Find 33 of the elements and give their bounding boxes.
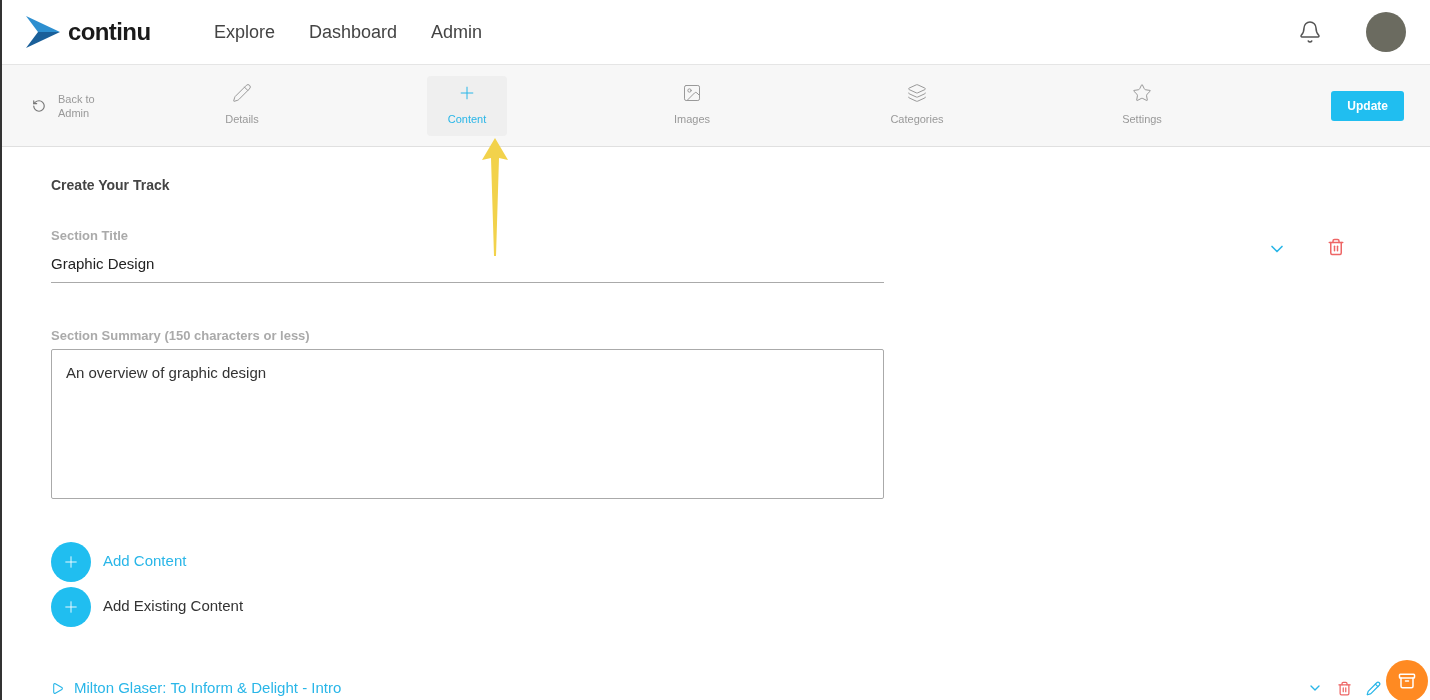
play-icon[interactable] <box>51 681 64 695</box>
pencil-icon <box>232 83 252 104</box>
layers-icon <box>907 83 927 104</box>
toolbar-tab[interactable]: Details <box>202 75 282 136</box>
page-heading: Create Your Track <box>51 176 171 195</box>
toolbar-tab[interactable]: Content <box>427 75 507 136</box>
field-label: Section Summary (150 characters or less) <box>51 327 311 345</box>
trash-icon[interactable] <box>1327 238 1345 256</box>
logo-arrow-icon <box>26 16 60 48</box>
logo-text: continu <box>68 17 151 47</box>
update-button[interactable]: Update <box>1331 90 1404 121</box>
avatar[interactable] <box>1366 12 1406 52</box>
add-content-button[interactable]: Add Content <box>51 541 1381 582</box>
toolbar-tab[interactable]: Images <box>652 75 732 136</box>
nav-link[interactable]: Dashboard <box>309 18 398 46</box>
pencil-icon[interactable] <box>1366 680 1381 696</box>
field-label: Section Title <box>51 227 130 245</box>
section-title-input[interactable]: Graphic Design <box>51 245 884 283</box>
back-to-admin-button[interactable]: Back to Admin <box>32 91 152 120</box>
nav-link[interactable]: Admin <box>431 18 483 46</box>
notification-bell-icon[interactable] <box>1298 20 1322 44</box>
add-content-button[interactable]: Add Existing Content <box>51 586 1381 627</box>
toolbar-tab[interactable]: Settings <box>1102 75 1182 136</box>
trash-icon[interactable] <box>1337 680 1352 696</box>
chat-launcher-button[interactable] <box>1386 660 1428 700</box>
archive-box-icon <box>1398 672 1416 690</box>
nav-link[interactable]: Explore <box>214 18 276 46</box>
content-item-link[interactable]: Milton Glaser: To Inform & Delight - Intro <box>74 676 342 700</box>
toolbar-tab[interactable]: Categories <box>877 75 957 136</box>
section-summary-textarea[interactable]: An overview of graphic design <box>51 348 884 499</box>
star-icon <box>1132 83 1152 104</box>
image-icon <box>682 83 702 104</box>
undo-icon <box>32 98 46 113</box>
